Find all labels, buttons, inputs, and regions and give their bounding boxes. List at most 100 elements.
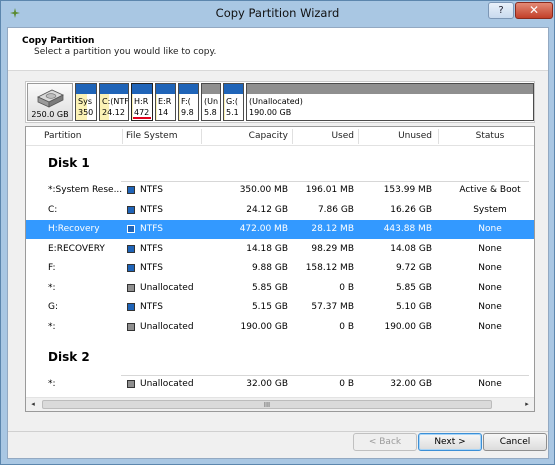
cell-capacity: 472.00 MB xyxy=(239,224,288,234)
file-system-color-icon xyxy=(127,244,135,253)
column-header-unused[interactable]: Unused xyxy=(366,131,432,141)
cell-fs: Unallocated xyxy=(140,282,194,293)
partition-row[interactable]: *:System Rese... NTFS 350.00 MB 196.01 MB 15… xyxy=(26,181,534,200)
page-subtitle: Select a partition you would like to cop… xyxy=(34,47,217,57)
disk-map-partition[interactable]: F:( 9.8 xyxy=(178,83,199,121)
cell-capacity: 9.88 GB xyxy=(251,263,288,273)
disk-map-partition[interactable]: (Unallocated) 190.00 GB xyxy=(246,83,534,121)
partition-row[interactable]: F: NTFS 9.88 GB 158.12 MB 9.72 GB None xyxy=(26,259,534,278)
title-bar: Copy Partition Wizard ? ✕ xyxy=(1,1,554,26)
disk-map-partition[interactable]: C:(NTF 24.12 xyxy=(99,83,129,121)
column-header-capacity[interactable]: Capacity xyxy=(216,131,288,141)
cancel-button[interactable]: Cancel xyxy=(483,433,547,451)
cell-unused: 5.10 GB xyxy=(395,302,432,312)
cell-partition: *:System Rese... xyxy=(48,185,123,195)
cell-status: None xyxy=(478,243,502,254)
scroll-grip-icon: III xyxy=(263,401,271,409)
cell-status: None xyxy=(478,302,502,312)
partition-size: 9.8 xyxy=(181,108,194,117)
cell-capacity: 5.85 GB xyxy=(251,282,288,293)
disk-header: Disk 2 xyxy=(48,350,90,364)
partition-label: (Unallocated) xyxy=(249,97,303,106)
cell-partition: E:RECOVERY xyxy=(48,243,105,254)
cell-partition: F: xyxy=(48,263,56,273)
cell-used: 0 B xyxy=(339,379,354,389)
disk-map: 250.0 GB Sys 350 C:(NTF 24.12 H:R 472 E:R 14 F:(… xyxy=(25,81,535,123)
partition-label: F:( xyxy=(181,97,191,106)
disk-map-partition[interactable]: H:R 472 xyxy=(131,83,153,121)
scroll-thumb[interactable]: III xyxy=(42,400,492,409)
file-system-color-icon xyxy=(127,322,135,331)
disk-map-partition[interactable]: E:R 14 xyxy=(155,83,176,121)
list-header: Partition File System Capacity Used Unus… xyxy=(26,127,534,146)
partition-row[interactable]: C: NTFS 24.12 GB 7.86 GB 16.26 GB System xyxy=(26,201,534,220)
file-system-color-icon xyxy=(127,264,135,272)
partition-type-bar xyxy=(179,84,198,94)
cell-capacity: 32.00 GB xyxy=(246,379,288,389)
page-title: Copy Partition xyxy=(22,36,95,46)
back-button[interactable]: < Back xyxy=(353,433,417,451)
cell-unused: 443.88 MB xyxy=(383,224,432,234)
cell-unused: 5.85 GB xyxy=(395,282,432,293)
column-divider[interactable] xyxy=(438,129,439,144)
disk-map-partition[interactable]: G:(5.1 xyxy=(223,83,244,121)
cell-partition: *: xyxy=(48,379,56,389)
cell-used: 0 B xyxy=(339,282,354,293)
cell-used: 0 B xyxy=(339,321,354,332)
column-divider[interactable] xyxy=(292,129,293,144)
column-divider[interactable] xyxy=(201,129,202,144)
column-header-partition[interactable]: Partition xyxy=(44,131,82,141)
partition-type-bar xyxy=(100,84,128,94)
partition-type-bar xyxy=(156,84,175,94)
selected-marker xyxy=(133,117,151,119)
cell-unused: 153.99 MB xyxy=(383,185,432,195)
cell-partition: G: xyxy=(48,302,59,312)
hard-disk-icon xyxy=(37,89,64,108)
horizontal-scrollbar[interactable]: ◂ III ▸ xyxy=(26,397,534,411)
scroll-left-icon[interactable]: ◂ xyxy=(26,398,40,411)
file-system-color-icon xyxy=(127,380,135,388)
cell-status: None xyxy=(478,282,502,293)
disk-map-partition[interactable]: Sys 350 xyxy=(75,83,97,121)
disk-map-partition[interactable]: (Un 5.8 xyxy=(201,83,221,121)
column-header-status[interactable]: Status xyxy=(450,131,530,141)
cell-fs: NTFS xyxy=(140,224,163,234)
file-system-color-icon xyxy=(127,283,135,292)
help-button[interactable]: ? xyxy=(488,2,514,19)
partition-type-bar xyxy=(224,84,243,94)
cell-unused: 14.08 GB xyxy=(390,243,432,254)
file-system-color-icon xyxy=(127,205,135,214)
next-button[interactable]: Next > xyxy=(418,433,482,451)
cell-used: 98.29 MB xyxy=(311,243,354,254)
partition-row[interactable]: H:Recovery NTFS 472.00 MB 28.12 MB 443.88 MB… xyxy=(26,220,534,239)
column-divider[interactable] xyxy=(358,129,359,144)
column-header-used[interactable]: Used xyxy=(296,131,354,141)
header-panel: Copy Partition Select a partition you wo… xyxy=(8,28,548,71)
partition-row[interactable]: *: Unallocated 5.85 GB 0 B 5.85 GB None xyxy=(26,279,534,298)
partition-row[interactable]: G: NTFS 5.15 GB 57.37 MB 5.10 GB None xyxy=(26,298,534,317)
cell-capacity: 190.00 GB xyxy=(240,321,288,332)
partition-type-bar xyxy=(247,84,533,94)
disk-info-box[interactable]: 250.0 GB xyxy=(27,83,73,121)
cell-used: 28.12 MB xyxy=(311,224,354,234)
partition-size: 24.12 xyxy=(102,108,125,117)
cell-fs: Unallocated xyxy=(140,379,194,389)
partition-type-bar xyxy=(202,84,220,94)
cell-status: Active & Boot xyxy=(459,185,521,195)
cell-capacity: 5.15 GB xyxy=(251,302,288,312)
column-divider[interactable] xyxy=(122,129,123,144)
cell-capacity: 350.00 MB xyxy=(239,185,288,195)
cell-unused: 32.00 GB xyxy=(390,379,432,389)
scroll-right-icon[interactable]: ▸ xyxy=(520,398,534,411)
partition-size: 350 xyxy=(78,108,94,117)
column-header-file-system[interactable]: File System xyxy=(126,131,177,141)
partition-label: C:(NTF xyxy=(102,97,129,106)
partition-row[interactable]: *: Unallocated 32.00 GB 0 B 32.00 GB None xyxy=(26,375,534,394)
partition-row[interactable]: E:RECOVERY NTFS 14.18 GB 98.29 MB 14.08 GB No… xyxy=(26,240,534,259)
close-button[interactable]: ✕ xyxy=(515,2,553,19)
cell-status: None xyxy=(478,263,502,273)
disk-header: Disk 1 xyxy=(48,156,90,170)
partition-label: (Un xyxy=(204,97,219,106)
partition-size: 5.8 xyxy=(204,108,217,117)
partition-row[interactable]: *: Unallocated 190.00 GB 0 B 190.00 GB None xyxy=(26,318,534,337)
